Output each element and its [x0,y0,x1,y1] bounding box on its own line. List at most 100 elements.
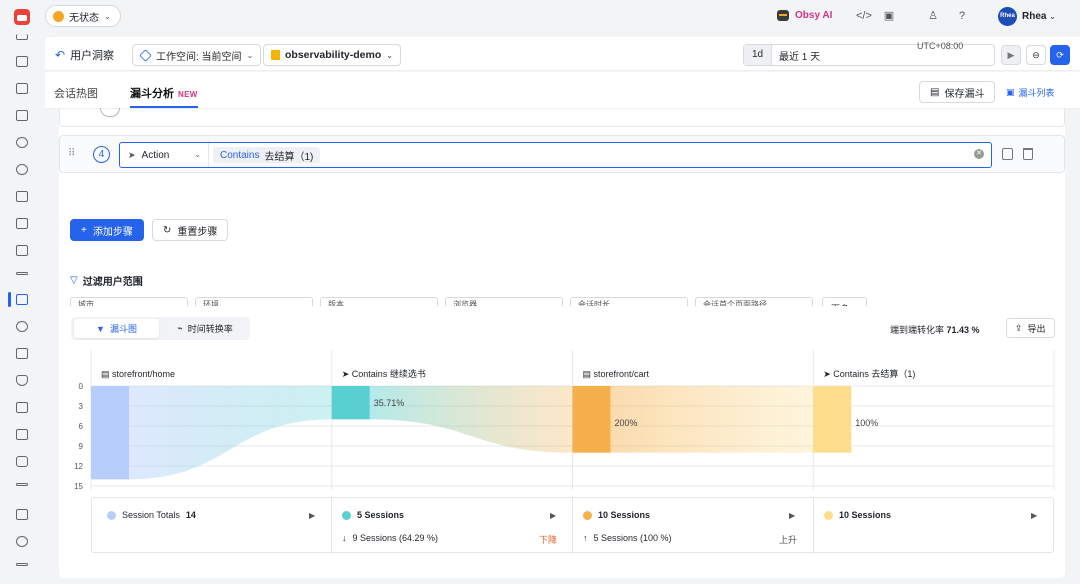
funnel-steps-panel: ⠿ 4 ➤ Action ⌄ Contains 去结算（1) ✕ + 添加步骤 [59,108,1065,330]
export-button[interactable]: ⇪ 导出 [1006,318,1055,338]
back-button[interactable]: ↶ 用户洞察 [55,47,114,63]
zoom-out-button[interactable]: ⊖ [1026,45,1046,65]
play-button[interactable]: ▶ [1001,45,1021,65]
app-logo[interactable] [14,9,30,25]
sidebar-item-dashboard[interactable] [16,56,28,67]
legend-dot [107,510,116,520]
sidebar-item-logs[interactable] [16,191,28,202]
condition-chip[interactable]: Contains 去结算（1) [213,147,321,163]
legend-line: 10 Sessions [583,510,650,520]
legend-step-4[interactable]: 10 Sessions ▶ [814,498,1055,554]
code-icon[interactable]: </> [856,9,872,23]
sidebar-item-metrics[interactable] [16,218,28,229]
sidebar-item-device[interactable] [16,348,28,359]
sidebar-item-robot[interactable] [16,429,28,440]
project-icon [271,50,280,60]
legend-count: 14 [185,510,196,520]
clear-icon[interactable]: ✕ [974,149,984,159]
sidebar-item-package[interactable] [16,509,28,520]
help-icon[interactable]: ? [955,9,969,23]
funnel-list-link[interactable]: ▣ 漏斗列表 [1006,86,1055,99]
legend-label: 10 Sessions [839,510,892,520]
save-icon: ▤ [930,86,940,98]
tab-conversion-trend[interactable]: ⌁ 时间转换率 [163,319,247,338]
legend-step-2[interactable]: 5 Sessions ▶ ↓ 9 Sessions (64.29 %) 下降 [332,498,573,554]
expand-arrow-icon[interactable]: ▶ [309,511,315,520]
step-header: ▤ storefront/home [101,369,175,379]
document-icon[interactable]: ▣ [882,9,896,23]
sidebar-item-database[interactable] [16,402,28,413]
tab-funnel-label: 漏斗分析 [130,88,174,100]
chevron-down-icon: ⌄ [194,150,201,159]
legend-sub: 5 Sessions (100 %) [593,533,672,543]
status-selector[interactable]: 无状态 ⌄ [45,5,121,27]
tab-heatmap[interactable]: 会话热图 [54,85,98,101]
y-tick-label: 15 [74,482,83,491]
sidebar-item-scan[interactable] [16,110,28,121]
active-tab-indicator [130,106,198,108]
trend-tag: 上升 [779,535,798,545]
condition-operator: Contains [220,149,260,161]
sidebar-item-integration[interactable] [16,536,28,547]
step-row: ⠿ 4 ➤ Action ⌄ Contains 去结算（1) ✕ [59,135,1065,173]
legend-dot [583,510,592,520]
sidebar [0,34,44,584]
reset-icon: ↻ [163,224,172,236]
sidebar-item-calendar[interactable] [16,83,28,94]
menu-icon[interactable] [16,34,28,40]
legend-sub-line: ↓ 9 Sessions (64.29 %) [342,533,438,543]
funnel-bar [91,386,129,480]
top-bar: 无状态 ⌄ Obsy AI </> ▣ ♙ ? Rhea Rhea ⌄ [0,0,1080,34]
bar-percent-label: 200% [615,418,638,428]
drag-handle-icon[interactable]: ⠿ [68,148,75,159]
range-label: 最近 1 天 [779,51,821,63]
condition-value: 去结算（1) [264,151,314,163]
add-step-label: 添加步骤 [92,226,133,238]
trend-tag: 下降 [539,535,558,545]
funnel-bar [813,386,852,453]
sidebar-item-settings[interactable] [16,483,28,486]
user-name: Rhea [1022,11,1047,22]
user-menu[interactable]: Rhea ⌄ [1022,11,1056,22]
status-label: 无状态 [69,12,99,24]
sidebar-item-shield[interactable] [16,375,28,386]
tab-funnel-chart[interactable]: ▼ 漏斗图 [74,319,159,338]
save-funnel-button[interactable]: ▤ 保存漏斗 [919,81,996,103]
project-select[interactable]: observability-demo ⌄ [263,44,401,66]
sidebar-item-security[interactable] [16,321,28,332]
funnel-bar [331,386,370,420]
y-tick-label: 12 [74,462,83,471]
step-type-select[interactable]: ➤ Action ⌄ [120,143,209,167]
sidebar-item-plugin[interactable] [16,456,28,467]
user-icon[interactable]: ♙ [926,9,940,23]
workspace-select[interactable]: 工作空间: 当前空间 ⌄ [132,44,262,66]
avatar[interactable]: Rhea [998,7,1017,26]
trash-icon[interactable] [1023,148,1033,160]
bar-percent-label: 35.71% [374,398,405,408]
sidebar-item-bug[interactable] [16,137,28,148]
reset-step-button[interactable]: ↻ 重置步骤 [152,219,229,241]
sidebar-item-list[interactable] [16,272,28,275]
funnel-flow [610,386,814,453]
expand-arrow-icon[interactable]: ▶ [550,511,556,520]
filter-title-label: 过滤用户范围 [82,277,143,288]
expand-arrow-icon[interactable]: ▶ [789,511,795,520]
sidebar-item-analysis[interactable] [16,245,28,256]
filter-title: ▽ 过滤用户范围 [70,273,143,288]
expand-arrow-icon[interactable]: ▶ [1031,511,1037,520]
step-input[interactable]: ➤ Action ⌄ Contains 去结算（1) ✕ [119,142,992,168]
range-unit[interactable]: 1d [744,45,772,65]
tab-funnel[interactable]: 漏斗分析 NEW [130,85,198,101]
sidebar-item-network[interactable] [16,164,28,175]
copy-icon[interactable] [1002,148,1013,160]
sidebar-item-user-insight[interactable] [16,294,28,305]
refresh-button[interactable]: ⟳ [1050,45,1070,65]
legend-step-1[interactable]: Session Totals 14 ▶ [92,498,332,554]
chevron-down-icon: ⌄ [1049,12,1056,21]
ai-assistant-button[interactable]: Obsy AI [777,10,832,21]
funnel-chart-panel: ▼ 漏斗图 ⌁ 时间转换率 端到端转化率 71.43 % ⇪ 导出 0 3 6 9 12… [59,306,1065,578]
add-step-button[interactable]: + 添加步骤 [70,219,144,241]
legend-step-3[interactable]: 10 Sessions ▶ ↑ 5 Sessions (100 %) 上升 [573,498,814,554]
sidebar-collapse-icon[interactable] [16,563,28,566]
bar-percent-label: 100% [855,418,878,428]
